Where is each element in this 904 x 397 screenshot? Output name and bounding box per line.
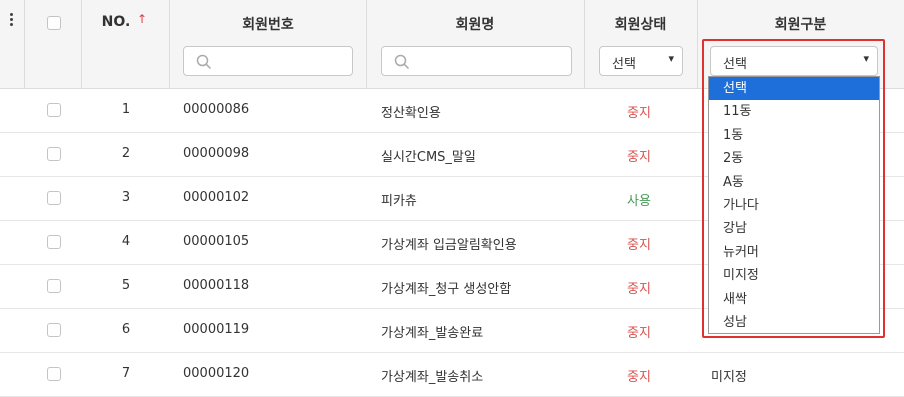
type-option[interactable]: 가나다: [709, 194, 879, 217]
select-all-checkbox[interactable]: [47, 16, 61, 30]
row-member-number: 00000119: [183, 322, 250, 337]
row-no: 3: [121, 190, 131, 205]
row-member-name: 정산확인용: [381, 106, 441, 121]
row-checkbox[interactable]: [47, 367, 61, 381]
column-divider: [697, 0, 698, 88]
column-menu-icon[interactable]: [10, 13, 14, 29]
row-member-name: 가상계좌_발송취소: [381, 370, 484, 385]
row-no: 2: [121, 146, 131, 161]
column-divider: [81, 0, 82, 88]
search-icon: [394, 54, 410, 70]
row-checkbox[interactable]: [47, 279, 61, 293]
row-checkbox[interactable]: [47, 323, 61, 337]
column-divider: [584, 0, 585, 88]
row-checkbox[interactable]: [47, 235, 61, 249]
search-icon: [196, 54, 212, 70]
type-option[interactable]: 1동: [709, 124, 879, 147]
type-filter-options-list[interactable]: 선택 11동 1동 2동 A동 가나다 강남 뉴커머 미지정 새싹 성남: [708, 76, 880, 334]
type-filter-select[interactable]: 선택 ▾: [710, 46, 878, 76]
row-status: 중지: [627, 370, 651, 385]
row-member-number: 00000098: [183, 146, 250, 161]
type-option[interactable]: 강남: [709, 217, 879, 240]
member-number-search-input[interactable]: [183, 46, 353, 76]
header-member-type[interactable]: 회원구분: [697, 14, 904, 34]
row-checkbox[interactable]: [47, 191, 61, 205]
row-no: 5: [121, 278, 131, 293]
column-divider: [366, 0, 367, 88]
row-no: 7: [121, 366, 131, 381]
row-status: 중지: [627, 238, 651, 253]
type-option[interactable]: 새싹: [709, 288, 879, 311]
row-no: 4: [121, 234, 131, 249]
status-filter-select[interactable]: 선택 ▾: [599, 46, 683, 76]
type-filter-value: 선택: [723, 57, 747, 72]
row-no: 1: [121, 102, 131, 117]
type-option[interactable]: 선택: [709, 77, 879, 101]
row-checkbox[interactable]: [47, 103, 61, 117]
row-status: 중지: [627, 106, 651, 121]
row-member-number: 00000086: [183, 102, 250, 117]
row-member-name: 실시간CMS_말일: [381, 150, 476, 165]
header-member-status[interactable]: 회원상태: [584, 14, 697, 34]
row-member-name: 가상계좌_청구 생성안함: [381, 282, 512, 297]
row-status: 중지: [627, 282, 651, 297]
column-divider: [169, 0, 170, 88]
row-no: 6: [121, 322, 131, 337]
row-member-number: 00000105: [183, 234, 250, 249]
row-status: 중지: [627, 326, 651, 341]
sort-arrow-icon: ↑: [137, 12, 148, 26]
row-status: 사용: [627, 194, 651, 209]
row-checkbox[interactable]: [47, 147, 61, 161]
type-option[interactable]: 성남: [709, 311, 879, 334]
row-member-name: 가상계좌 입금알림확인용: [381, 238, 517, 253]
chevron-down-icon: ▾: [668, 52, 674, 65]
row-member-name: 가상계좌_발송완료: [381, 326, 484, 341]
type-option[interactable]: 미지정: [709, 264, 879, 287]
row-member-name: 피카츄: [381, 194, 417, 209]
row-member-number: 00000118: [183, 278, 250, 293]
row-member-number: 00000120: [183, 366, 250, 381]
row-member-number: 00000102: [183, 190, 250, 205]
row-status: 중지: [627, 150, 651, 165]
type-option[interactable]: 11동: [709, 100, 879, 123]
row-member-type: 미지정: [711, 370, 747, 385]
member-name-search-input[interactable]: [381, 46, 572, 76]
header-member-name[interactable]: 회원명: [366, 14, 584, 34]
status-filter-value: 선택: [612, 57, 636, 72]
type-option[interactable]: 뉴커머: [709, 241, 879, 264]
table-row[interactable]: 7 00000120 가상계좌_발송취소 중지 미지정: [0, 352, 904, 397]
type-option[interactable]: 2동: [709, 147, 879, 170]
type-option[interactable]: A동: [709, 171, 879, 194]
header-member-number[interactable]: 회원번호: [170, 14, 366, 34]
column-divider: [24, 0, 25, 88]
chevron-down-icon: ▾: [863, 52, 869, 65]
